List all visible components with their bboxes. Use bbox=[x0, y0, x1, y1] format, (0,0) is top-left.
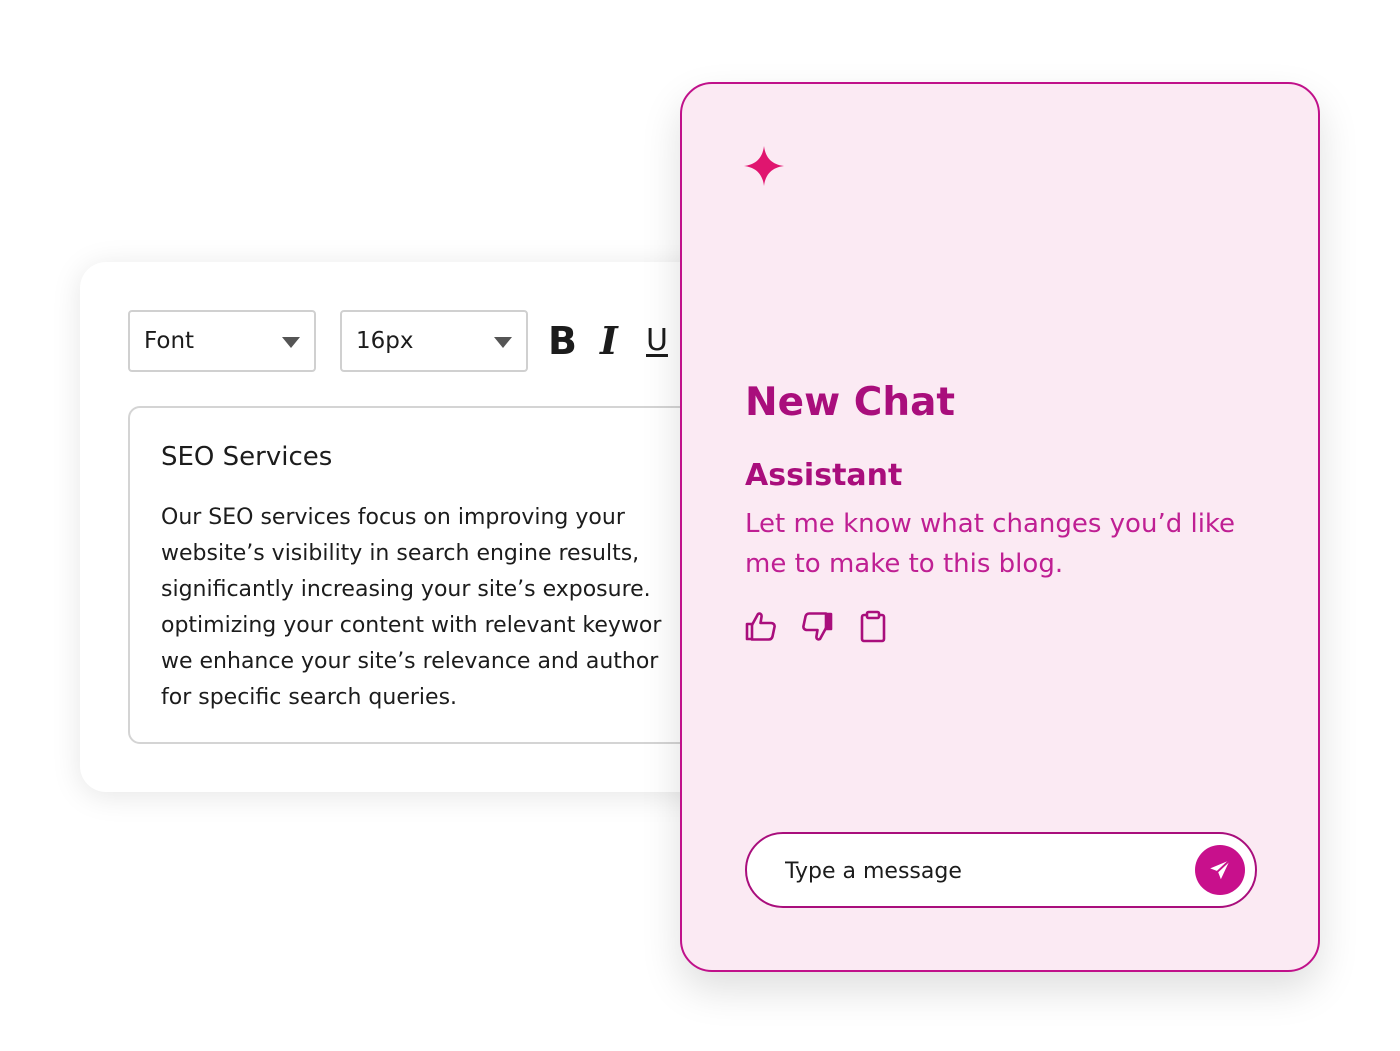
ai-chat-panel: New Chat Assistant Let me know what chan… bbox=[680, 82, 1320, 972]
font-family-select-value: Font bbox=[144, 328, 195, 354]
document-body-line: for specific search queries. bbox=[161, 685, 458, 710]
message-input-container bbox=[745, 832, 1257, 908]
assistant-message: Let me know what changes you’d like me t… bbox=[745, 504, 1285, 584]
message-input[interactable] bbox=[783, 850, 1177, 892]
assistant-label: Assistant bbox=[745, 458, 903, 493]
underline-button[interactable]: U bbox=[646, 320, 668, 362]
send-icon bbox=[1210, 859, 1231, 880]
font-size-select[interactable]: 16px bbox=[340, 310, 528, 372]
thumbs-up-icon[interactable] bbox=[744, 610, 778, 644]
dropdown-caret-icon bbox=[494, 337, 512, 348]
document-body-line: website’s visibility in search engine re… bbox=[161, 541, 640, 566]
italic-button[interactable]: I bbox=[600, 320, 618, 362]
stage: Font 16px B I U SEO Services Our SEO ser… bbox=[0, 0, 1400, 1051]
document-body-line: significantly increasing your site’s exp… bbox=[161, 577, 651, 602]
text-editor-card: Font 16px B I U SEO Services Our SEO ser… bbox=[80, 262, 760, 792]
font-family-select[interactable]: Font bbox=[128, 310, 316, 372]
document-body-line: Our SEO services focus on improving your bbox=[161, 505, 625, 530]
assistant-message-line: me to make to this blog. bbox=[745, 549, 1064, 579]
document-body: Our SEO services focus on improving your… bbox=[161, 500, 721, 716]
bold-button[interactable]: B bbox=[548, 320, 577, 362]
clipboard-icon[interactable] bbox=[856, 610, 890, 644]
document-title: SEO Services bbox=[161, 442, 333, 472]
dropdown-caret-icon bbox=[282, 337, 300, 348]
send-button[interactable] bbox=[1195, 845, 1245, 895]
document-body-line: we enhance your site’s relevance and aut… bbox=[161, 649, 659, 674]
font-size-select-value: 16px bbox=[356, 328, 414, 354]
chat-title: New Chat bbox=[745, 380, 956, 425]
document-body-line: optimizing your content with relevant ke… bbox=[161, 613, 662, 638]
sparkle-icon bbox=[744, 146, 784, 186]
document-editor-area[interactable]: SEO Services Our SEO services focus on i… bbox=[128, 406, 728, 744]
assistant-message-line: Let me know what changes you’d like bbox=[745, 509, 1236, 539]
thumbs-down-icon[interactable] bbox=[800, 610, 834, 644]
